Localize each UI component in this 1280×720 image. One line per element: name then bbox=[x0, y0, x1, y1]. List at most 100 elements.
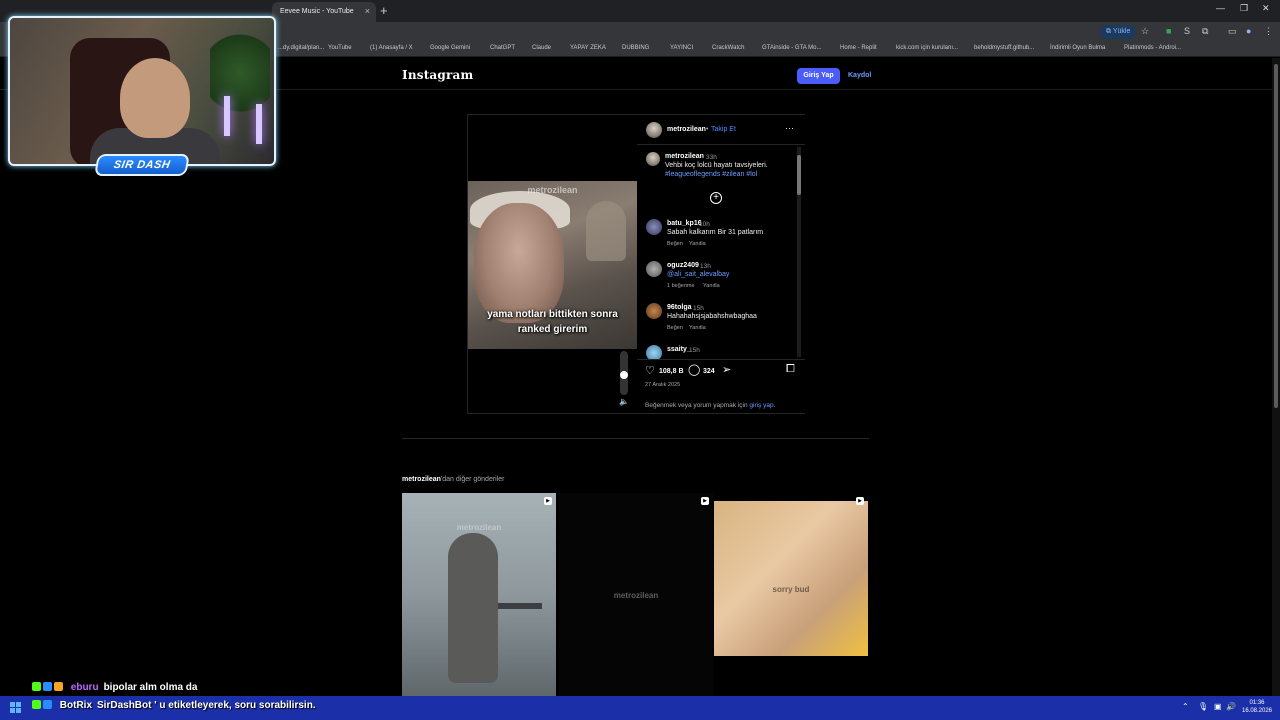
post-thumbnail[interactable]: metrozilean ▶ bbox=[559, 493, 713, 696]
bookmark-item[interactable]: YAYINCI bbox=[670, 45, 693, 51]
install-icon: ⧉ bbox=[1106, 28, 1113, 35]
post-sidebar: metrozilean • Takip Et ··· metrozilean 3… bbox=[637, 115, 805, 413]
follow-link[interactable]: Takip Et bbox=[711, 126, 736, 133]
clock-date: 16.08.2026 bbox=[1241, 708, 1273, 714]
caption-avatar[interactable] bbox=[646, 152, 660, 166]
video-person-face bbox=[474, 203, 564, 323]
menu-icon[interactable]: ⋮ bbox=[1264, 26, 1273, 37]
bookmark-item[interactable]: beholdmystuff.github... bbox=[974, 45, 1034, 51]
bookmark-item[interactable]: ...dy.digital/plan... bbox=[278, 45, 324, 51]
microphone-icon[interactable]: 🎙 bbox=[1198, 702, 1208, 711]
comment-likes-count[interactable]: 1 beğenme bbox=[667, 283, 695, 289]
extension-s-icon[interactable]: S bbox=[1184, 26, 1190, 36]
close-window-icon[interactable]: ✕ bbox=[1262, 3, 1270, 14]
minimize-icon[interactable]: — bbox=[1216, 3, 1225, 13]
comment-avatar[interactable] bbox=[646, 345, 662, 359]
start-tile bbox=[10, 708, 15, 713]
install-app-button[interactable]: ⧉ Yükle bbox=[1100, 25, 1137, 39]
caption-username[interactable]: metrozilean bbox=[665, 153, 704, 160]
comment-like-link[interactable]: Beğen bbox=[667, 325, 683, 331]
comments-scroll-thumb[interactable] bbox=[797, 155, 801, 195]
bookmark-item[interactable]: YouTube bbox=[328, 45, 352, 51]
bookmark-item[interactable]: İndirimli Oyun Bulma bbox=[1050, 45, 1105, 51]
subscriber-badge-icon bbox=[43, 682, 52, 691]
network-icon[interactable]: ▣ bbox=[1214, 702, 1222, 711]
bookmark-item[interactable]: Home - Replit bbox=[840, 45, 877, 51]
profile-icon[interactable]: ● bbox=[1246, 26, 1251, 36]
bookmark-item[interactable]: DUBBING bbox=[622, 45, 649, 51]
page-scrollbar[interactable] bbox=[1272, 58, 1280, 696]
new-tab-icon[interactable]: + bbox=[380, 3, 388, 18]
comment-text[interactable]: @ali_sait_alevalbay bbox=[667, 271, 729, 278]
bookmark-item[interactable]: CrackWatch bbox=[712, 45, 744, 51]
comment-reply-link[interactable]: Yanıtla bbox=[689, 325, 706, 331]
kick-badge-icon bbox=[32, 700, 41, 709]
post-thumbnail[interactable]: metrozilean ▶ bbox=[402, 493, 556, 696]
volume-knob[interactable] bbox=[620, 371, 628, 379]
comment-username[interactable]: batu_kp16 bbox=[667, 220, 702, 227]
likes-count: 108,8 B bbox=[659, 368, 684, 375]
instagram-logo[interactable]: Instagram bbox=[402, 68, 473, 82]
caption-hashtags[interactable]: #leagueoflegends #zilean #lol bbox=[665, 171, 757, 178]
thumbnail-watermark: metrozilean bbox=[613, 591, 659, 600]
tray-chevron-icon[interactable]: ⌃ bbox=[1182, 702, 1189, 711]
page-scroll-thumb[interactable] bbox=[1274, 64, 1278, 408]
extension-icon[interactable]: ■ bbox=[1166, 26, 1171, 36]
author-username[interactable]: metrozilean bbox=[667, 126, 706, 133]
video-watermark: metrozilean bbox=[527, 185, 578, 195]
comment-avatar[interactable] bbox=[646, 261, 662, 277]
chat-username: BotRix bbox=[59, 700, 93, 711]
login-note-link[interactable]: giriş yap. bbox=[749, 402, 775, 409]
bookmark-item[interactable]: Claude bbox=[532, 45, 551, 51]
comment-avatar[interactable] bbox=[646, 303, 662, 319]
background-clock bbox=[586, 201, 626, 261]
comment-reply-link[interactable]: Yanıtla bbox=[689, 241, 706, 247]
volume-slider[interactable] bbox=[620, 351, 628, 395]
share-icon[interactable]: ➢ bbox=[722, 363, 731, 376]
volume-icon[interactable]: 🔊 bbox=[1226, 702, 1236, 711]
login-button[interactable]: Giriş Yap bbox=[797, 68, 840, 84]
comment-username[interactable]: oguz2409 bbox=[667, 262, 699, 269]
windows-start-icon[interactable] bbox=[10, 702, 22, 714]
system-clock[interactable]: 01:36 16.08.2026 bbox=[1240, 699, 1274, 715]
section-divider bbox=[402, 438, 869, 439]
reel-icon: ▶ bbox=[544, 497, 552, 505]
bookmark-item[interactable]: YAPAY ZEKA bbox=[570, 45, 606, 51]
bookmark-star-icon[interactable]: ☆ bbox=[1141, 26, 1149, 37]
post-header: metrozilean • Takip Et ··· bbox=[637, 115, 805, 145]
comment-like-link[interactable]: Beğen bbox=[667, 241, 683, 247]
signup-link[interactable]: Kaydol bbox=[848, 72, 871, 79]
comment-avatar[interactable] bbox=[646, 219, 662, 235]
comment-username[interactable]: ssaity_ bbox=[667, 346, 691, 353]
bookmark-item[interactable]: (1) Anasayfa / X bbox=[370, 45, 413, 51]
comment-reply-link[interactable]: Yanıtla bbox=[703, 283, 720, 289]
author-avatar[interactable] bbox=[646, 122, 662, 138]
bookmark-item[interactable]: GTAinside - GTA Mo... bbox=[762, 45, 821, 51]
heart-icon[interactable]: ♡ bbox=[645, 364, 655, 377]
more-options-icon[interactable]: ··· bbox=[785, 123, 794, 133]
start-tile bbox=[10, 702, 15, 707]
view-more-comments-icon[interactable]: + bbox=[710, 192, 722, 204]
post-video[interactable]: metrozilean yama notları bittikten sonra… bbox=[468, 115, 637, 413]
maximize-icon[interactable]: ❐ bbox=[1240, 3, 1248, 14]
bookmark-item[interactable]: Google Gemini bbox=[430, 45, 470, 51]
bookmark-item[interactable]: kick.com için kurulanı... bbox=[896, 45, 958, 51]
comments-scrollbar[interactable] bbox=[797, 147, 801, 357]
sidebar-icon[interactable]: ▭ bbox=[1228, 26, 1237, 37]
more-posts-user[interactable]: metrozilean bbox=[402, 476, 441, 483]
close-tab-icon[interactable]: × bbox=[365, 6, 370, 16]
extensions-puzzle-icon[interactable]: ⧉ bbox=[1202, 26, 1208, 37]
bookmark-item[interactable]: Platinmods - Androi... bbox=[1124, 45, 1181, 51]
bookmark-icon[interactable]: ⧠ bbox=[786, 363, 795, 376]
bookmark-item[interactable]: ChatGPT bbox=[490, 45, 515, 51]
comment-username[interactable]: 96tolga bbox=[667, 304, 692, 311]
comment-icon[interactable]: ◯ bbox=[688, 363, 700, 376]
speaker-icon[interactable]: 🔈 bbox=[619, 397, 629, 406]
post-thumbnail[interactable]: sorry bud ▶ bbox=[714, 493, 868, 696]
screen: Eevee Music - YouTube × + — ❐ ✕ ⧉ Yükle … bbox=[0, 0, 1280, 720]
subtitle-line-1: yama notları bittikten sonra bbox=[487, 309, 618, 320]
comment-time: 15h bbox=[693, 305, 704, 312]
browser-tab[interactable]: Eevee Music - YouTube × bbox=[272, 2, 376, 22]
post-date: 27 Aralık 2025 bbox=[645, 382, 681, 388]
more-posts-heading: metrozilean'dan diğer gönderiler bbox=[402, 476, 505, 483]
